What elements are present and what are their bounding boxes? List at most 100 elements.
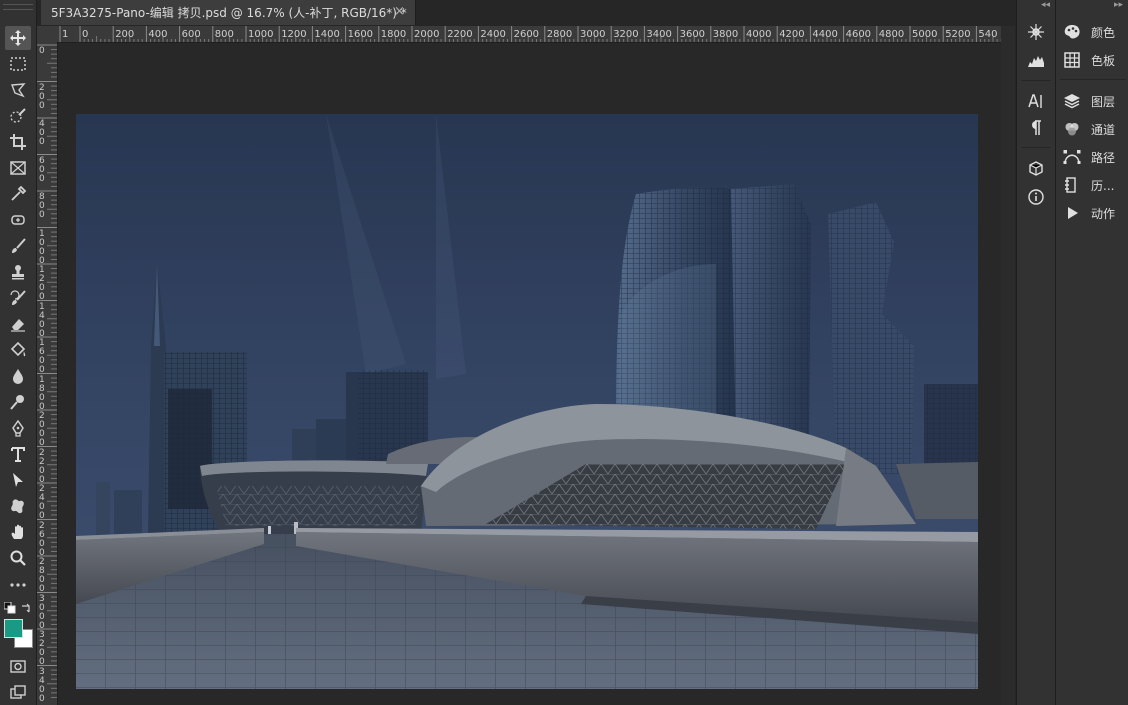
ruler-tick-label: 3200 bbox=[613, 29, 638, 40]
ruler-tick-label: 2 0 0 0 bbox=[39, 411, 45, 448]
eraser-tool[interactable] bbox=[5, 312, 31, 336]
lasso-tool[interactable] bbox=[5, 78, 31, 102]
panel-history-label: 历... bbox=[1091, 178, 1115, 193]
path-selection-tool[interactable] bbox=[5, 468, 31, 492]
panel-channels[interactable]: 通道 bbox=[1062, 117, 1126, 141]
libraries-button[interactable] bbox=[1025, 158, 1047, 180]
panel-color[interactable]: 颜色 bbox=[1062, 20, 1126, 44]
expand-arrows-icon[interactable]: ▸▸ bbox=[1114, 0, 1123, 10]
dodge-tool[interactable] bbox=[5, 390, 31, 414]
ruler-tick-label: 1 0 0 0 bbox=[39, 228, 45, 266]
panel-actions-label: 动作 bbox=[1091, 206, 1116, 221]
panel-color-label: 颜色 bbox=[1091, 25, 1116, 40]
stamp-icon bbox=[12, 265, 24, 280]
collapse-arrows-icon[interactable]: ◂◂ bbox=[1041, 0, 1050, 10]
panel-channels-label: 通道 bbox=[1091, 122, 1116, 137]
panel-swatches[interactable]: 色板 bbox=[1062, 48, 1126, 72]
vertical-ruler[interactable]: 0 2 0 0 4 0 0 6 0 0 8 0 0 1 0 0 01 2 0 01 4 0… bbox=[37, 42, 58, 705]
dodge-icon bbox=[10, 395, 24, 410]
lasso-icon bbox=[11, 83, 26, 98]
ruler-tick-label: 1200 bbox=[281, 29, 306, 40]
ruler-origin[interactable] bbox=[37, 26, 59, 43]
close-tab-icon[interactable]: × bbox=[394, 4, 405, 19]
ruler-tick-label: 1600 bbox=[348, 29, 373, 40]
pen-tool[interactable] bbox=[5, 416, 31, 440]
horizontal-ruler[interactable]: 1 0 200 400 600 800 1000 1200 1400 1600 1800 2000 22… bbox=[58, 26, 1001, 43]
hand-icon bbox=[11, 524, 23, 539]
marquee-tool[interactable] bbox=[5, 52, 31, 76]
ruler-tick-label: 1400 bbox=[314, 29, 339, 40]
ruler-tick-label: 1 4 0 0 bbox=[39, 301, 45, 339]
type-tool[interactable] bbox=[5, 442, 31, 466]
history-brush-icon bbox=[10, 290, 26, 305]
blur-drop-icon bbox=[13, 369, 23, 384]
move-tool[interactable] bbox=[5, 26, 31, 50]
ruler-tick-label: 0 bbox=[39, 46, 45, 56]
default-colors-icon[interactable] bbox=[4, 602, 16, 614]
healing-brush-icon bbox=[11, 215, 25, 225]
ruler-tick-label: 1 bbox=[62, 29, 68, 40]
paint-bucket-icon bbox=[10, 341, 26, 357]
panel-swatches-label: 色板 bbox=[1091, 53, 1116, 68]
paint-bucket-tool[interactable] bbox=[5, 338, 31, 362]
character-button[interactable] bbox=[1025, 90, 1047, 112]
panel-actions[interactable]: 动作 bbox=[1062, 201, 1126, 225]
ruler-tick-label: 5000 bbox=[912, 29, 937, 40]
quick-mask-button[interactable] bbox=[5, 654, 31, 678]
clone-stamp-tool[interactable] bbox=[5, 260, 31, 284]
paragraph-button[interactable] bbox=[1025, 117, 1047, 139]
hand-tool[interactable] bbox=[5, 520, 31, 544]
crop-icon bbox=[10, 134, 26, 150]
ruler-tick-label: 2000 bbox=[414, 29, 439, 40]
ruler-tick-label: 2 6 0 0 bbox=[39, 520, 45, 558]
panel-paths[interactable]: 路径 bbox=[1062, 145, 1126, 169]
healing-brush-tool[interactable] bbox=[5, 208, 31, 232]
more-tools[interactable] bbox=[5, 572, 31, 596]
info-button[interactable] bbox=[1025, 186, 1047, 208]
screen-mode-button[interactable] bbox=[5, 680, 31, 704]
custom-shape-icon bbox=[11, 499, 24, 514]
ruler-tick-label: 400 bbox=[148, 29, 167, 40]
history-icon bbox=[1065, 177, 1076, 193]
frame-tool[interactable] bbox=[5, 156, 31, 180]
foreground-color-swatch[interactable] bbox=[4, 619, 23, 638]
arrow-icon bbox=[13, 473, 23, 487]
brush-tool[interactable] bbox=[5, 234, 31, 258]
swatches-grid-icon bbox=[1064, 52, 1080, 68]
paragraph-icon bbox=[1032, 120, 1041, 135]
channels-icon bbox=[1065, 123, 1079, 136]
eyedropper-tool[interactable] bbox=[5, 182, 31, 206]
marquee-icon bbox=[10, 57, 26, 71]
navigator-button[interactable] bbox=[1025, 21, 1047, 43]
panel-layers[interactable]: 图层 bbox=[1062, 89, 1126, 113]
ruler-tick-label: 2200 bbox=[447, 29, 472, 40]
ruler-tick-label: 200 bbox=[115, 29, 134, 40]
blur-tool[interactable] bbox=[5, 364, 31, 388]
ruler-tick-label: 6 0 0 bbox=[39, 155, 45, 184]
libraries-icon bbox=[1029, 161, 1043, 176]
document-tab-bar: 5F3A3275-Pano-编辑 拷贝.psd @ 16.7% (人-补丁, R… bbox=[37, 0, 1015, 25]
pen-icon bbox=[12, 419, 24, 437]
zoom-tool[interactable] bbox=[5, 546, 31, 570]
ruler-tick-label: 3000 bbox=[580, 29, 605, 40]
quick-selection-tool[interactable] bbox=[5, 104, 31, 128]
quick-mask-icon bbox=[10, 660, 26, 673]
ruler-tick-label: 1 6 0 0 bbox=[39, 338, 45, 375]
toolbar-grip[interactable] bbox=[3, 4, 33, 10]
info-icon bbox=[1028, 189, 1044, 205]
navigator-icon bbox=[1028, 24, 1044, 40]
shape-tool[interactable] bbox=[5, 494, 31, 518]
image-canvas[interactable] bbox=[76, 114, 978, 689]
panel-history[interactable]: 历... bbox=[1062, 173, 1126, 197]
swap-colors-icon[interactable] bbox=[20, 602, 32, 614]
crop-tool[interactable] bbox=[5, 130, 31, 154]
histogram-button[interactable] bbox=[1025, 49, 1047, 71]
history-brush-tool[interactable] bbox=[5, 286, 31, 310]
dock-separator bbox=[1021, 80, 1051, 81]
ruler-tick-label: 5200 bbox=[945, 29, 970, 40]
ruler-tick-label: 3 2 0 0 bbox=[39, 630, 45, 667]
ruler-tick-label: 4600 bbox=[846, 29, 871, 40]
document-tab[interactable]: 5F3A3275-Pano-编辑 拷贝.psd @ 16.7% (人-补丁, R… bbox=[41, 0, 416, 25]
ruler-tick-label: 1000 bbox=[248, 29, 273, 40]
vertical-scrollbar[interactable] bbox=[1001, 26, 1015, 705]
